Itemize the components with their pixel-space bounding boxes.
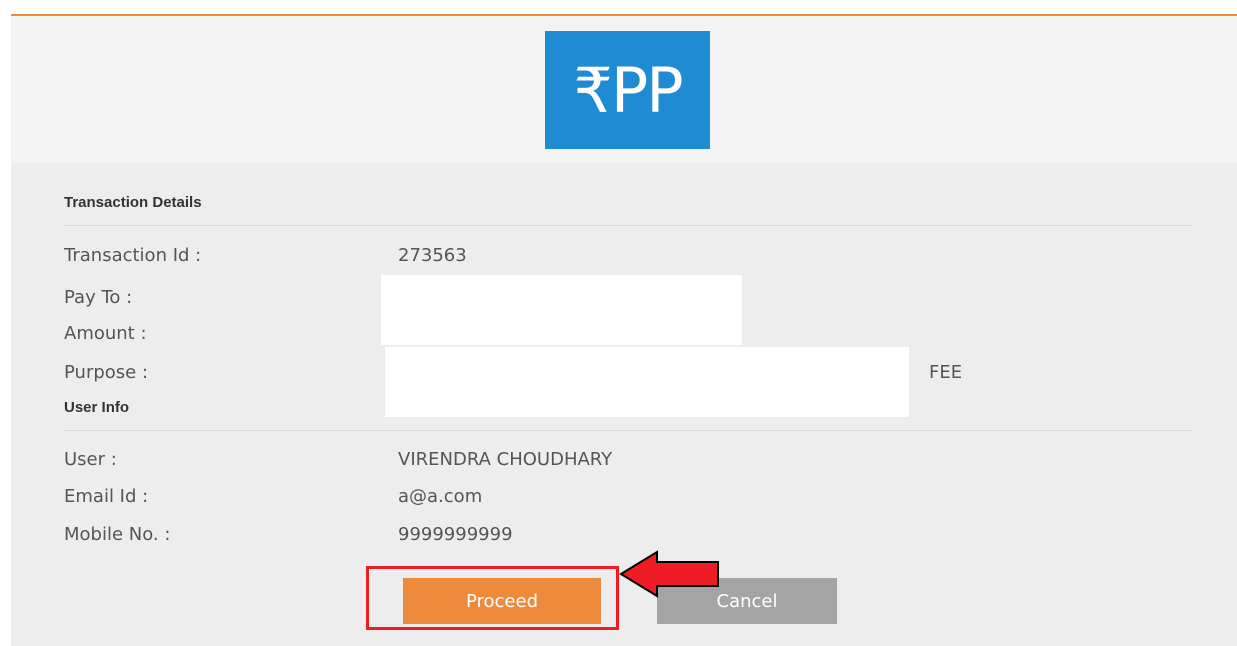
proceed-highlight-box — [366, 566, 619, 630]
email-label: Email Id : — [64, 486, 149, 507]
email-value: a@a.com — [398, 486, 483, 507]
user-info-heading: User Info — [64, 399, 130, 416]
redaction-block — [381, 275, 742, 345]
user-value: VIRENDRA CHOUDHARY — [398, 449, 613, 470]
pointer-arrow-icon — [619, 550, 719, 598]
transaction-id-value: 273563 — [398, 245, 467, 266]
transaction-id-label: Transaction Id : — [64, 245, 202, 266]
divider — [64, 430, 1192, 431]
purpose-value: FEE — [929, 362, 963, 383]
rupee-pp-logo: ₹PP — [545, 31, 710, 149]
mobile-label: Mobile No. : — [64, 524, 171, 545]
redaction-block — [385, 347, 909, 417]
page-header: ₹PP — [11, 16, 1237, 163]
mobile-value: 9999999999 — [398, 524, 513, 545]
user-label: User : — [64, 449, 117, 470]
transaction-details-heading: Transaction Details — [64, 194, 202, 211]
amount-label: Amount : — [64, 323, 147, 344]
pay-to-label: Pay To : — [64, 287, 133, 308]
purpose-label: Purpose : — [64, 362, 149, 383]
divider — [64, 225, 1192, 226]
